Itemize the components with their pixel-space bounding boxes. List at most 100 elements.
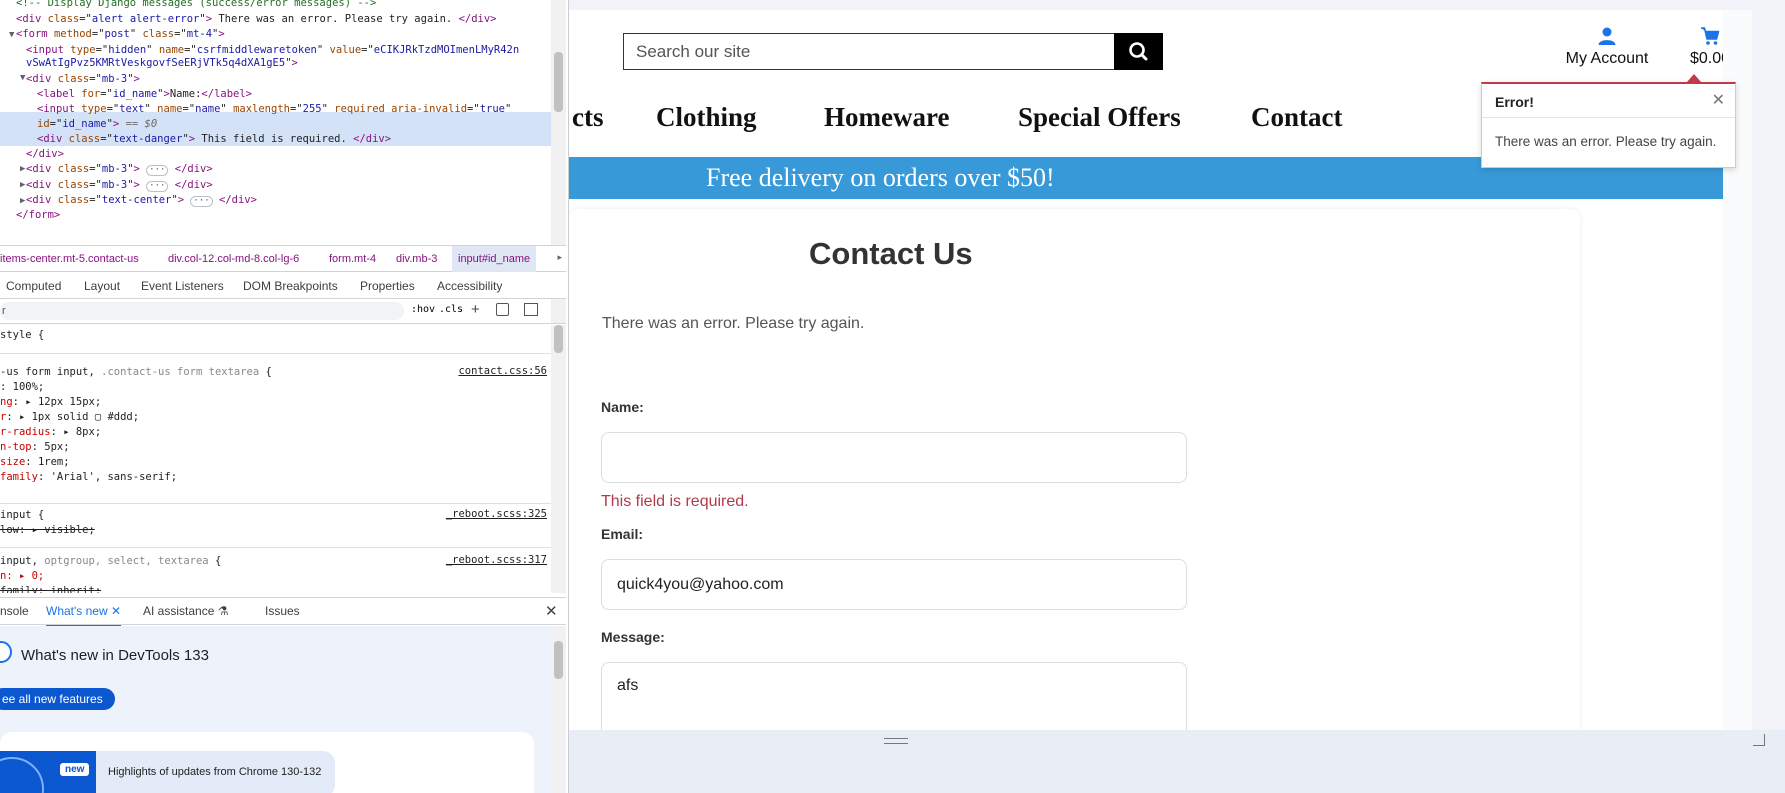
stylesheet-link[interactable]: _reboot.scss:317 — [446, 554, 547, 566]
element-style-rule: style { — [0, 329, 45, 341]
elements-scrollbar[interactable] — [551, 0, 566, 245]
dom-node-line[interactable]: <div class="mb-3"> ··· </div> — [26, 161, 213, 178]
banner-text: Free delivery on orders over $50! — [706, 163, 1055, 192]
tab-event-listeners[interactable]: Event Listeners — [141, 273, 224, 299]
overridden-property[interactable]: low: ▸ visible; — [0, 523, 551, 538]
tab-console[interactable]: nsole — [0, 598, 29, 625]
contact-card: Contact Us There was an error. Please tr… — [569, 209, 1580, 730]
chevron-right-icon[interactable]: ▸ — [557, 252, 562, 263]
paint-brush-icon[interactable] — [496, 303, 509, 316]
breadcrumb-item[interactable]: form.mt-4 — [329, 246, 376, 272]
stylesheet-link[interactable]: _reboot.scss:325 — [446, 508, 547, 520]
drawer-scrollbar[interactable] — [551, 626, 566, 793]
name-label: Name: — [601, 399, 644, 415]
breadcrumb-item[interactable]: div.col-12.col-md-8.col-lg-6 — [168, 246, 299, 272]
css-property[interactable]: family: 'Arial', sans-serif; — [0, 470, 551, 485]
cart-icon — [1701, 27, 1720, 45]
message-label: Message: — [601, 629, 665, 645]
css-property[interactable]: r: ▸ 1px solid ▢ #ddd; — [0, 410, 551, 425]
expand-arrow-icon[interactable]: ▼ — [20, 73, 25, 83]
name-field[interactable] — [601, 432, 1187, 483]
tab-properties[interactable]: Properties — [360, 273, 415, 299]
tab-dom-breakpoints[interactable]: DOM Breakpoints — [243, 273, 338, 299]
message-textarea[interactable]: afs — [601, 662, 1187, 730]
collapse-arrow-icon[interactable]: ▶ — [20, 164, 25, 174]
page-title: Contact Us — [809, 236, 973, 271]
breadcrumb-item[interactable]: items-center.mt-5.contact-us — [0, 246, 139, 272]
css-rule-reboot-form: input, optgroup, select, textarea { _reb… — [0, 554, 551, 593]
new-badge: new — [60, 763, 90, 776]
css-property[interactable]: n: ▸ 0; — [0, 569, 551, 584]
collapse-arrow-icon[interactable]: ▶ — [20, 196, 25, 206]
breadcrumb-item[interactable]: div.mb-3 — [396, 246, 437, 272]
css-property[interactable]: ng: ▸ 12px 15px; — [0, 395, 551, 410]
viewport-bottom-bar — [569, 730, 1785, 793]
whats-new-panel: What's new in DevTools 133 ee all new fe… — [0, 626, 566, 793]
breadcrumb-item-selected[interactable]: input#id_name — [452, 246, 537, 272]
tab-computed[interactable]: Computed — [6, 273, 61, 299]
tab-accessibility[interactable]: Accessibility — [437, 273, 502, 299]
highlights-text: Highlights of updates from Chrome 130-13… — [108, 766, 322, 778]
sidebar-toggle-icon[interactable] — [524, 303, 538, 316]
css-rule-reboot-input: input { _reboot.scss:325 low: ▸ visible; — [0, 508, 551, 538]
styles-scrollbar[interactable] — [551, 325, 566, 593]
css-property[interactable]: : 100%; — [0, 380, 551, 395]
my-account-label: My Account — [1565, 50, 1649, 67]
highlights-thumbnail: new — [0, 751, 96, 793]
close-drawer-icon[interactable]: ✕ — [545, 602, 558, 620]
dom-node-line[interactable]: vSwAtIgPvz5KMRtVeskgovfSeERjVTk5q4dXA1gE… — [26, 55, 298, 72]
nav-item-contact[interactable]: Contact — [1251, 102, 1342, 133]
nav-item-clothing[interactable]: Clothing — [656, 102, 757, 133]
hov-toggle[interactable]: :hov — [411, 304, 435, 315]
email-label: Email: — [601, 526, 644, 542]
whats-new-title: What's new in DevTools 133 — [21, 647, 209, 664]
tab-issues[interactable]: Issues — [265, 598, 300, 625]
tab-whats-new[interactable]: What's new ✕ — [46, 598, 122, 627]
collapse-arrow-icon[interactable]: ▶ — [20, 180, 25, 190]
styles-pane: style { -us form input, .contact-us form… — [0, 325, 566, 593]
close-icon[interactable]: ✕ — [1712, 90, 1725, 110]
close-icon[interactable]: ✕ — [111, 604, 121, 618]
highlights-item[interactable]: new Highlights of updates from Chrome 13… — [0, 751, 335, 793]
cls-toggle[interactable]: .cls — [439, 304, 463, 315]
user-icon — [1598, 27, 1616, 45]
toast-pointer — [1687, 74, 1701, 82]
elements-tree: <!-- Display Django messages (success/er… — [0, 0, 566, 245]
dom-node-line[interactable]: <div class="text-center"> ··· </div> — [26, 192, 257, 209]
tab-layout[interactable]: Layout — [84, 273, 120, 299]
email-field[interactable]: quick4you@yahoo.com — [601, 559, 1187, 610]
chrome-devtools-icon — [0, 641, 12, 663]
resize-handle-icon[interactable] — [884, 738, 908, 744]
corner-resize-icon[interactable] — [1753, 734, 1765, 746]
toast-message: There was an error. Please try again. — [1495, 134, 1717, 149]
alert-error: There was an error. Please try again. — [602, 315, 865, 332]
css-rule-contact: -us form input, .contact-us form textare… — [0, 365, 551, 485]
dom-node-line[interactable]: <div class="text-danger"> This field is … — [37, 131, 391, 148]
dom-node-line[interactable]: <form method="post" class="mt-4"> — [16, 26, 225, 43]
nav-item-special-offers[interactable]: Special Offers — [1018, 102, 1181, 133]
css-property[interactable]: n-top: 5px; — [0, 440, 551, 455]
styles-filter-bar: r :hov .cls + — [0, 299, 566, 324]
drawer-tabbar: nsole What's new ✕ AI assistance ⚗ Issue… — [0, 597, 566, 627]
error-toast: Error! ✕ There was an error. Please try … — [1481, 82, 1736, 168]
stylesheet-link[interactable]: contact.css:56 — [458, 365, 547, 377]
search-input[interactable]: Search our site — [623, 33, 1115, 70]
dom-node-line[interactable]: </form> — [16, 207, 60, 224]
nav-item-products[interactable]: cts — [572, 102, 603, 133]
search-button[interactable] — [1114, 33, 1163, 70]
tab-ai-assistance[interactable]: AI assistance ⚗ — [143, 598, 228, 625]
css-property[interactable]: r-radius: ▸ 8px; — [0, 425, 551, 440]
add-rule-icon[interactable]: + — [471, 301, 480, 318]
css-property[interactable]: size: 1rem; — [0, 455, 551, 470]
nav-item-homeware[interactable]: Homeware — [824, 102, 949, 133]
search-icon — [1129, 42, 1148, 61]
see-all-features-button[interactable]: ee all new features — [0, 688, 115, 710]
devtools-panel: <!-- Display Django messages (success/er… — [0, 0, 569, 793]
my-account-link[interactable]: My Account — [1542, 26, 1672, 68]
filter-input[interactable]: r — [0, 302, 404, 320]
name-error-text: This field is required. — [601, 493, 749, 510]
flask-icon: ⚗ — [217, 604, 229, 618]
overridden-property[interactable]: family: inherit; — [0, 584, 551, 593]
breadcrumb: items-center.mt-5.contact-us div.col-12.… — [0, 245, 566, 272]
expand-arrow-icon[interactable]: ▼ — [9, 30, 14, 40]
